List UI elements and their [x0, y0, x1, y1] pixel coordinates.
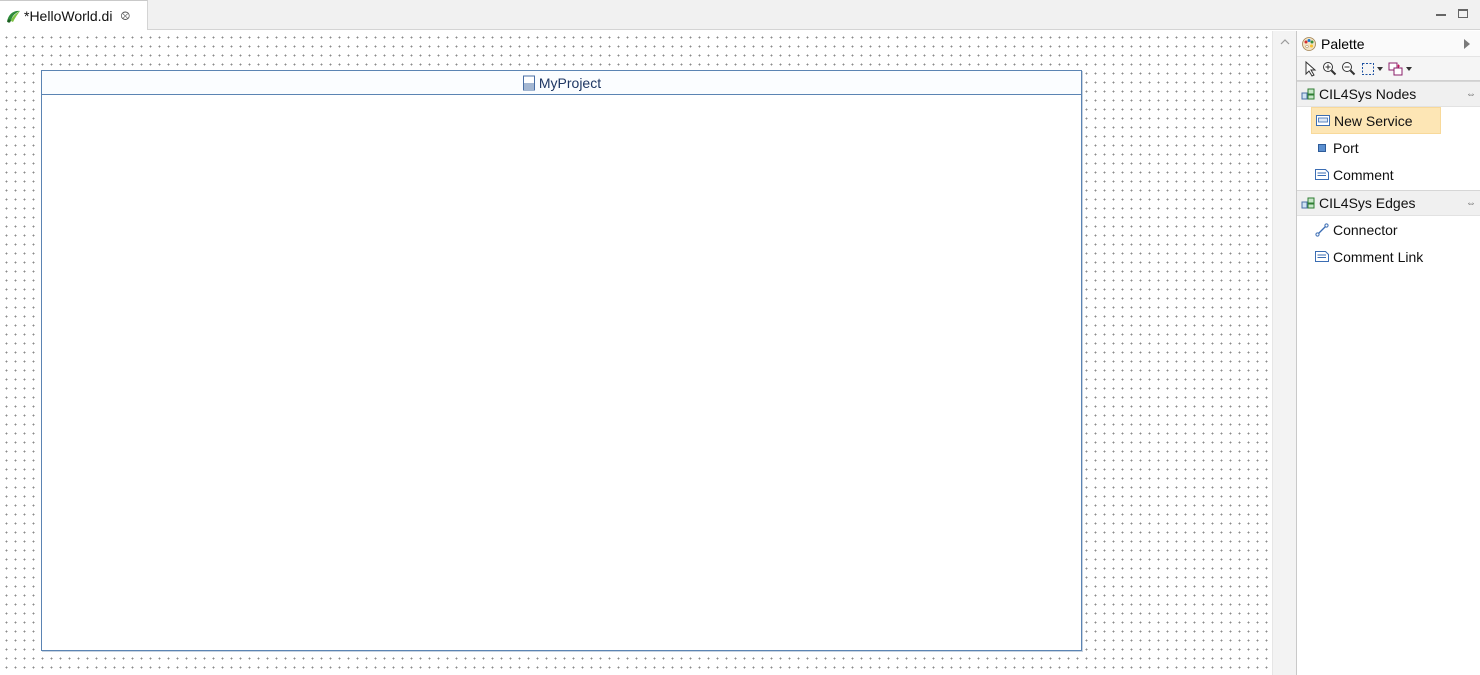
maximize-icon[interactable] — [1456, 6, 1470, 20]
close-icon[interactable]: ⮾ — [120, 10, 130, 22]
palette-entry-comment[interactable]: Comment — [1311, 161, 1441, 188]
palette-panel: Palette CIL4Sys Nodes ⇔ New Service Port… — [1296, 31, 1480, 675]
palette-entry-comment-link[interactable]: Comment Link — [1311, 243, 1441, 270]
select-pointer-icon[interactable] — [1302, 60, 1319, 78]
comment-icon — [1315, 168, 1329, 182]
palette-title-bar: Palette — [1297, 31, 1480, 57]
palette-entry-port[interactable]: Port — [1311, 134, 1441, 161]
port-icon — [1315, 141, 1329, 155]
pin-icon[interactable]: ⇔ — [1466, 198, 1476, 209]
drawer-label: CIL4Sys Edges — [1319, 195, 1416, 211]
marquee-select-icon[interactable] — [1359, 60, 1385, 78]
canvas-vertical-scrollbar[interactable] — [1272, 31, 1296, 675]
drawer-cil4sys-edges: CIL4Sys Edges ⇔ Connector Comment Link — [1297, 190, 1480, 270]
tab-helloworld-di[interactable]: *HelloWorld.di ⮾ — [0, 0, 148, 30]
editor-tab-bar: *HelloWorld.di ⮾ — [0, 0, 1480, 30]
drawer-header-nodes[interactable]: CIL4Sys Nodes ⇔ — [1297, 81, 1480, 107]
entry-label: Comment Link — [1333, 248, 1424, 265]
entry-label: Comment — [1333, 166, 1394, 183]
entry-label: Port — [1333, 139, 1359, 156]
palette-entry-new-service[interactable]: New Service — [1311, 107, 1441, 134]
chevron-up-icon[interactable] — [1279, 37, 1291, 47]
minimize-icon[interactable] — [1434, 6, 1448, 20]
connector-icon — [1315, 222, 1329, 237]
note-attachment-icon[interactable] — [1387, 60, 1413, 78]
palette-entry-connector[interactable]: Connector — [1311, 216, 1441, 243]
zoom-out-icon[interactable] — [1340, 60, 1357, 78]
service-icon — [1316, 114, 1330, 128]
project-node-title: MyProject — [538, 74, 602, 91]
comment-link-icon — [1315, 250, 1329, 264]
entry-label: Connector — [1333, 221, 1398, 238]
pin-icon[interactable]: ⇔ — [1466, 89, 1476, 100]
project-node[interactable]: MyProject — [41, 70, 1082, 651]
tab-label: *HelloWorld.di — [24, 7, 113, 24]
drawer-icon — [1301, 88, 1315, 100]
drawer-header-edges[interactable]: CIL4Sys Edges ⇔ — [1297, 190, 1480, 216]
model-icon — [522, 75, 535, 90]
papyrus-di-icon — [7, 10, 20, 23]
entry-label: New Service — [1334, 112, 1413, 129]
palette-toolbar — [1297, 57, 1480, 81]
zoom-in-icon[interactable] — [1321, 60, 1338, 78]
drawer-cil4sys-nodes: CIL4Sys Nodes ⇔ New Service Port Comment — [1297, 81, 1480, 188]
hide-palette-icon[interactable] — [1464, 38, 1470, 49]
drawer-icon — [1301, 197, 1315, 209]
drawer-label: CIL4Sys Nodes — [1319, 86, 1417, 102]
palette-icon — [1302, 36, 1316, 51]
palette-title: Palette — [1321, 35, 1365, 52]
project-node-header[interactable]: MyProject — [42, 71, 1081, 95]
